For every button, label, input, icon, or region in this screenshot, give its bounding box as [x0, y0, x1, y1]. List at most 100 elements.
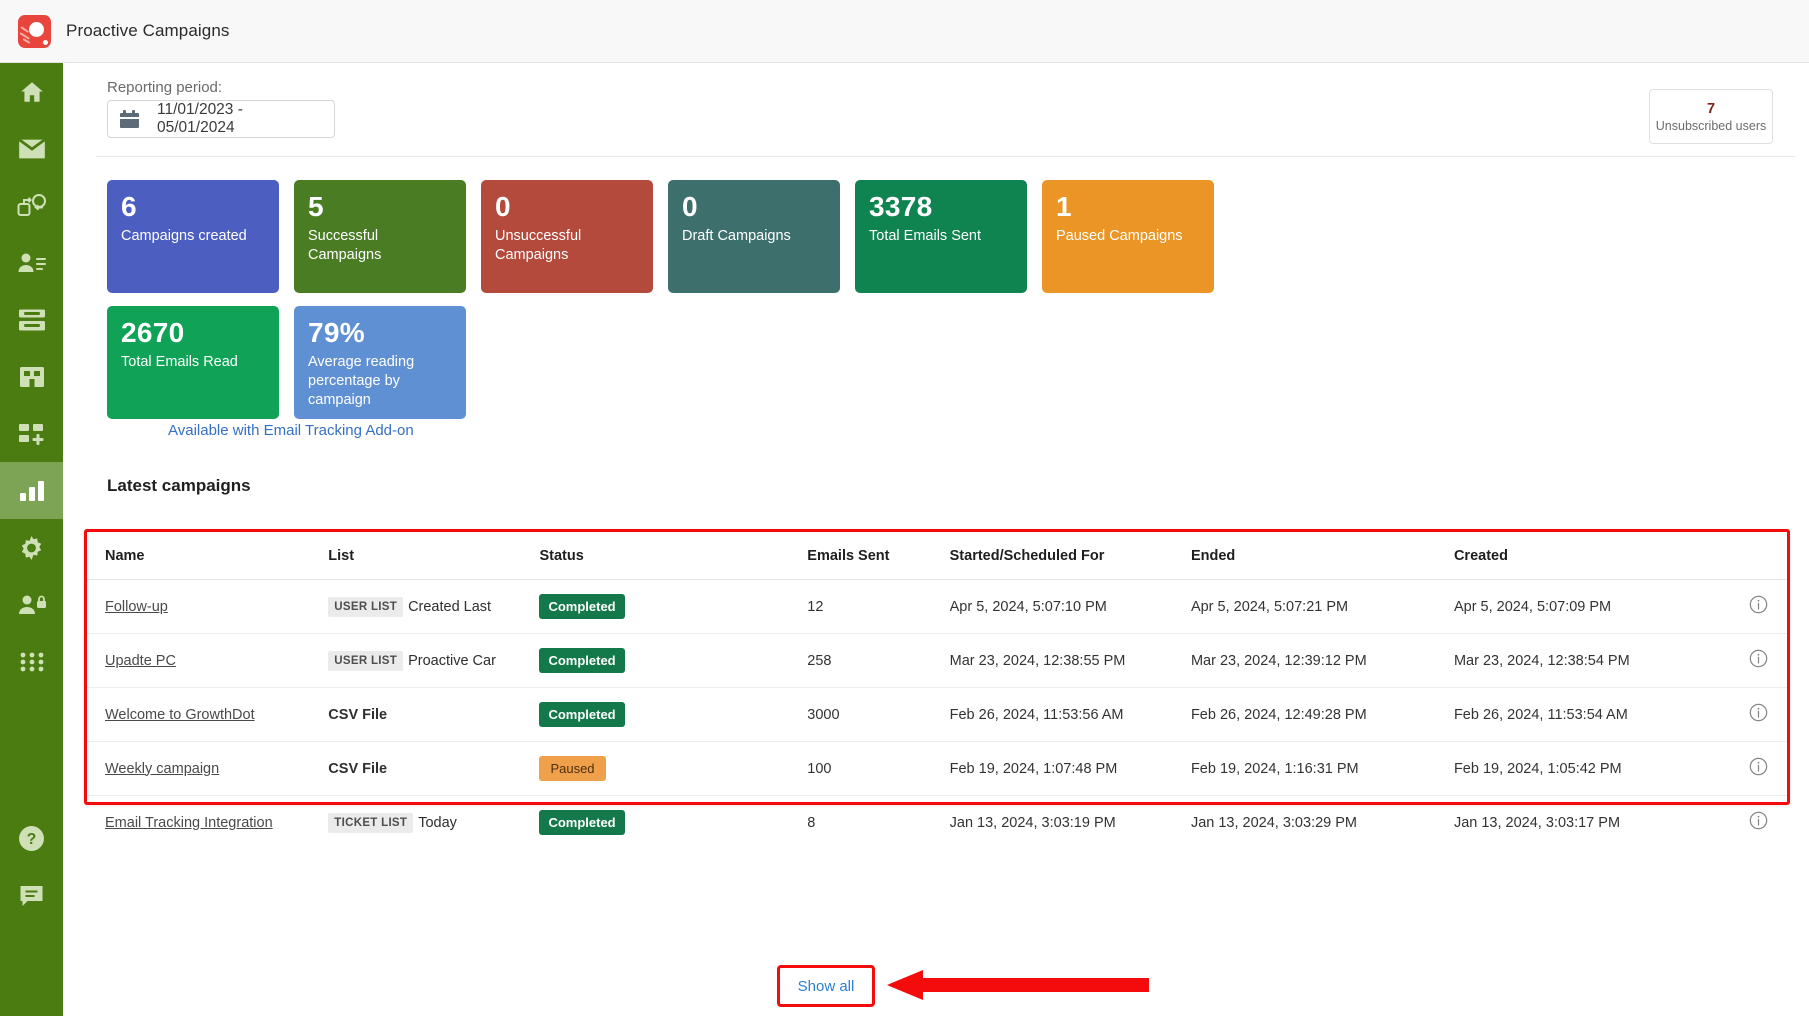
stat-card-label: Total Emails Sent	[869, 228, 982, 244]
reporting-period-label: Reporting period:	[107, 79, 223, 96]
date-range-picker[interactable]: 11/01/2023 - 05/01/2024	[107, 100, 335, 138]
sidebar-item-help[interactable]: ?	[0, 810, 63, 867]
stat-card-value: 3378	[869, 191, 933, 222]
cell-started: Mar 23, 2024, 12:38:55 PM	[949, 633, 1191, 688]
cell-created: Feb 19, 2024, 1:05:42 PM	[1453, 741, 1730, 796]
refresh-cycle-icon	[17, 193, 47, 219]
column-header-created[interactable]: Created	[1453, 532, 1730, 580]
sidebar-item-add-app[interactable]	[0, 405, 63, 462]
stat-card-label: Draft Campaigns	[682, 228, 791, 244]
column-header-ended[interactable]: Ended	[1190, 532, 1454, 580]
knowledge-base-icon	[18, 308, 46, 332]
calendar-icon	[120, 110, 139, 128]
campaign-name-link[interactable]: Upadte PC	[105, 653, 176, 669]
sidebar-item-permissions[interactable]	[0, 576, 63, 633]
gear-icon	[18, 535, 45, 561]
stat-card[interactable]: 79% Average reading percentage by campai…	[294, 306, 466, 419]
sidebar-item-apps[interactable]	[0, 633, 63, 690]
table-row[interactable]: Welcome to GrowthDot CSV File Completed …	[87, 687, 1787, 742]
cell-name: Weekly campaign	[87, 741, 329, 796]
proactive-campaigns-logo-icon	[18, 14, 51, 48]
cell-ended: Jan 13, 2024, 3:03:29 PM	[1190, 814, 1358, 831]
list-name: Proactive Car	[408, 652, 496, 669]
sidebar-item-mail[interactable]	[0, 120, 63, 177]
stat-card-label: Total Emails Read	[121, 354, 238, 370]
grid-dots-icon	[17, 651, 47, 673]
info-circle-icon[interactable]	[1749, 595, 1768, 618]
sidebar-item-automation[interactable]	[0, 177, 63, 234]
stat-card[interactable]: 0 Unsuccessful Campaigns	[481, 180, 653, 293]
sidebar-item-companies[interactable]	[0, 348, 63, 405]
info-circle-icon[interactable]	[1749, 703, 1768, 726]
contact-list-icon	[17, 252, 47, 274]
sidebar-item-reports[interactable]	[0, 462, 63, 519]
column-header-emails-sent[interactable]: Emails Sent	[807, 532, 950, 580]
table-row[interactable]: Follow-up USER LIST Created Last Complet…	[87, 579, 1787, 634]
sidebar-item-settings[interactable]	[0, 519, 63, 576]
status-badge: Completed	[539, 648, 625, 673]
stat-card-value: 0	[682, 191, 698, 222]
table-row[interactable]: Weekly campaign CSV File Paused 100 Feb …	[87, 741, 1787, 796]
stat-card[interactable]: 6 Campaigns created	[107, 180, 279, 293]
info-circle-icon[interactable]	[1749, 811, 1768, 834]
bar-chart-icon	[19, 480, 45, 502]
stat-card-label: Unsuccessful Campaigns	[495, 228, 582, 264]
stat-card[interactable]: 2670 Total Emails Read	[107, 306, 279, 419]
stat-card[interactable]: 0 Draft Campaigns	[668, 180, 840, 293]
cell-name: Upadte PC	[87, 633, 329, 688]
campaign-name-link[interactable]: Welcome to GrowthDot	[105, 707, 255, 723]
stat-cards-row-1: 6 Campaigns created 5 Successful Campaig…	[107, 180, 1407, 293]
cell-list: USER LIST Created Last	[328, 579, 540, 634]
stat-card[interactable]: 5 Successful Campaigns	[294, 180, 466, 293]
stat-card[interactable]: 1 Paused Campaigns	[1042, 180, 1214, 293]
campaign-name-link[interactable]: Follow-up	[105, 599, 168, 615]
list-type-tag: USER LIST	[328, 650, 404, 671]
cell-status: Completed	[539, 796, 807, 850]
column-header-name[interactable]: Name	[87, 532, 329, 580]
status-badge: Completed	[539, 810, 625, 835]
cell-started: Feb 19, 2024, 1:07:48 PM	[949, 741, 1191, 796]
help-circle-icon: ?	[18, 825, 45, 852]
cell-status: Completed	[539, 633, 808, 688]
addon-note[interactable]: Available with Email Tracking Add-on	[168, 422, 414, 439]
cell-emails-sent: 258	[807, 633, 950, 688]
list-name: Created Last	[408, 598, 492, 615]
sidebar-item-knowledge-base[interactable]	[0, 291, 63, 348]
stat-card-label: Successful Campaigns	[308, 228, 382, 264]
campaign-name-link[interactable]: Email Tracking Integration	[105, 815, 273, 831]
latest-campaigns-table: Name List Status Emails Sent Started/Sch…	[87, 532, 1787, 849]
cell-name: Follow-up	[87, 579, 329, 634]
stat-card[interactable]: 3378 Total Emails Sent	[855, 180, 1027, 293]
status-badge: Completed	[539, 702, 625, 727]
cell-status: Paused	[539, 741, 808, 796]
stat-card-value: 5	[308, 191, 324, 222]
cell-info	[1729, 579, 1787, 634]
envelope-icon	[17, 137, 46, 161]
cell-list: TICKET LIST Today	[328, 796, 539, 850]
sidebar-item-contacts[interactable]	[0, 234, 63, 291]
table-row[interactable]: Upadte PC USER LIST Proactive Car Comple…	[87, 633, 1787, 688]
sidebar-item-home[interactable]	[0, 63, 63, 120]
cell-ended: Apr 5, 2024, 5:07:21 PM	[1190, 579, 1454, 634]
cell-ended: Feb 26, 2024, 12:49:28 PM	[1190, 687, 1454, 742]
date-range-value: 11/01/2023 - 05/01/2024	[157, 101, 243, 136]
list-name: Today	[418, 814, 457, 831]
show-all-button[interactable]: Show all	[798, 978, 855, 995]
column-header-started[interactable]: Started/Scheduled For	[949, 532, 1191, 580]
chat-bubble-icon	[18, 884, 45, 908]
cell-name: Welcome to GrowthDot	[87, 687, 329, 742]
table-row[interactable]: Email Tracking Integration TICKET LIST T…	[87, 796, 1787, 850]
column-header-list[interactable]: List	[328, 532, 540, 580]
column-header-status[interactable]: Status	[539, 532, 808, 580]
unsubscribed-users-box: 7 Unsubscribed users	[1649, 89, 1773, 144]
info-circle-icon[interactable]	[1749, 649, 1768, 672]
cell-ended: Feb 19, 2024, 1:16:31 PM	[1190, 741, 1454, 796]
sidebar-item-feedback[interactable]	[0, 867, 63, 924]
cell-info	[1729, 687, 1787, 742]
top-bar: Proactive Campaigns	[0, 0, 1809, 63]
cell-name: Email Tracking Integration	[87, 796, 328, 850]
campaign-name-link[interactable]: Weekly campaign	[105, 761, 219, 777]
info-circle-icon[interactable]	[1749, 757, 1768, 780]
cell-started: Feb 26, 2024, 11:53:56 AM	[949, 687, 1191, 742]
